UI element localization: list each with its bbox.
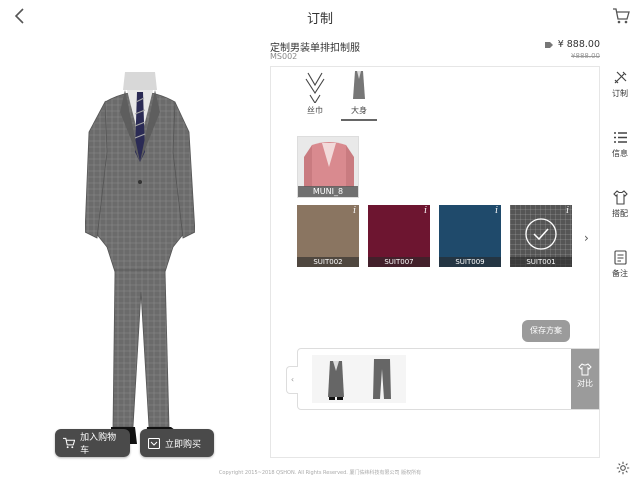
note-icon — [613, 250, 627, 265]
info-icon[interactable]: i — [424, 206, 427, 216]
compare-bar: ‹ 对比 — [286, 348, 600, 410]
suit-preview-stage: 加入购物车 立即购买 — [0, 32, 270, 480]
rail-item-label: 备注 — [612, 269, 628, 278]
tools-icon — [614, 71, 626, 84]
shopping-cart-icon[interactable] — [612, 7, 630, 25]
check-circle-icon — [525, 218, 557, 250]
model-label: MUNI_8 — [298, 186, 358, 197]
wallet-icon — [148, 437, 160, 449]
tab-suit-body-label: 大身 — [351, 106, 367, 115]
copyright-footer: Copyright 2015~2018 QSHON. All Rights Re… — [218, 470, 422, 476]
suit-thumbnail — [328, 361, 344, 400]
scarf-icon — [305, 72, 325, 105]
shirt-icon — [578, 363, 592, 376]
tab-suit-body[interactable]: 大身 — [341, 69, 377, 116]
tab-scarf-label: 丝巾 — [307, 106, 323, 115]
compare-item-jacket[interactable] — [312, 355, 360, 403]
add-to-cart-button[interactable]: 加入购物车 — [55, 429, 130, 457]
customization-panel: 丝巾 大身 MUNI_8 i SUIT002 i SUIT007 i SUIT0… — [270, 66, 600, 458]
compare-label: 对比 — [577, 379, 593, 388]
original-price: ¥888.00 — [571, 52, 600, 60]
rail-item-label: 搭配 — [612, 209, 628, 218]
selected-model-tile[interactable]: MUNI_8 — [297, 136, 359, 198]
fabric-swatch-selected[interactable]: i SUIT001 — [510, 205, 572, 267]
list-icon — [613, 132, 627, 143]
rail-item-info[interactable]: 信息 — [604, 130, 636, 186]
price-value: ¥ 888.00 — [557, 39, 600, 50]
buy-now-label: 立即购买 — [165, 439, 202, 450]
fabric-code: SUIT002 — [297, 257, 359, 267]
compare-button[interactable]: 对比 — [571, 349, 599, 409]
chevron-right-icon[interactable]: › — [584, 231, 589, 245]
rail-item-customize[interactable]: 订制 — [604, 70, 636, 126]
gear-icon[interactable] — [616, 461, 630, 475]
right-rail: 订制 信息 搭配 备注 — [604, 66, 636, 306]
chevron-left-icon[interactable]: ‹ — [286, 366, 298, 394]
info-icon[interactable]: i — [566, 206, 569, 216]
rail-item-match[interactable]: 搭配 — [604, 190, 636, 246]
info-icon[interactable]: i — [495, 206, 498, 216]
suit-3d-preview[interactable] — [85, 72, 195, 452]
top-bar: 订制 — [0, 0, 640, 32]
rail-item-notes[interactable]: 备注 — [604, 250, 636, 306]
fabric-swatch[interactable]: i SUIT002 — [297, 205, 359, 267]
product-code: MS002 — [270, 52, 298, 61]
page-title: 订制 — [306, 12, 333, 27]
price-tag-icon — [544, 41, 553, 48]
shirt-icon — [612, 190, 628, 205]
price: ¥ 888.00 — [544, 39, 600, 50]
fabric-code: SUIT007 — [368, 257, 430, 267]
fabric-code: SUIT009 — [439, 257, 501, 267]
trousers-thumbnail — [373, 359, 391, 399]
info-icon[interactable]: i — [353, 206, 356, 216]
save-plan-button[interactable]: 保存方案 — [522, 320, 570, 342]
suit-body-icon — [353, 71, 365, 99]
fabric-swatch[interactable]: i SUIT007 — [368, 205, 430, 267]
active-tab-indicator — [341, 119, 377, 121]
compare-item-trousers[interactable] — [358, 355, 406, 403]
fabric-code: SUIT001 — [510, 257, 572, 267]
tab-scarf[interactable]: 丝巾 — [297, 69, 333, 116]
add-to-cart-label: 加入购物车 — [80, 433, 117, 456]
cart-icon — [63, 437, 76, 449]
rail-item-label: 订制 — [612, 89, 628, 98]
rail-item-label: 信息 — [612, 149, 628, 158]
buy-now-button[interactable]: 立即购买 — [140, 429, 214, 457]
fabric-swatch[interactable]: i SUIT009 — [439, 205, 501, 267]
